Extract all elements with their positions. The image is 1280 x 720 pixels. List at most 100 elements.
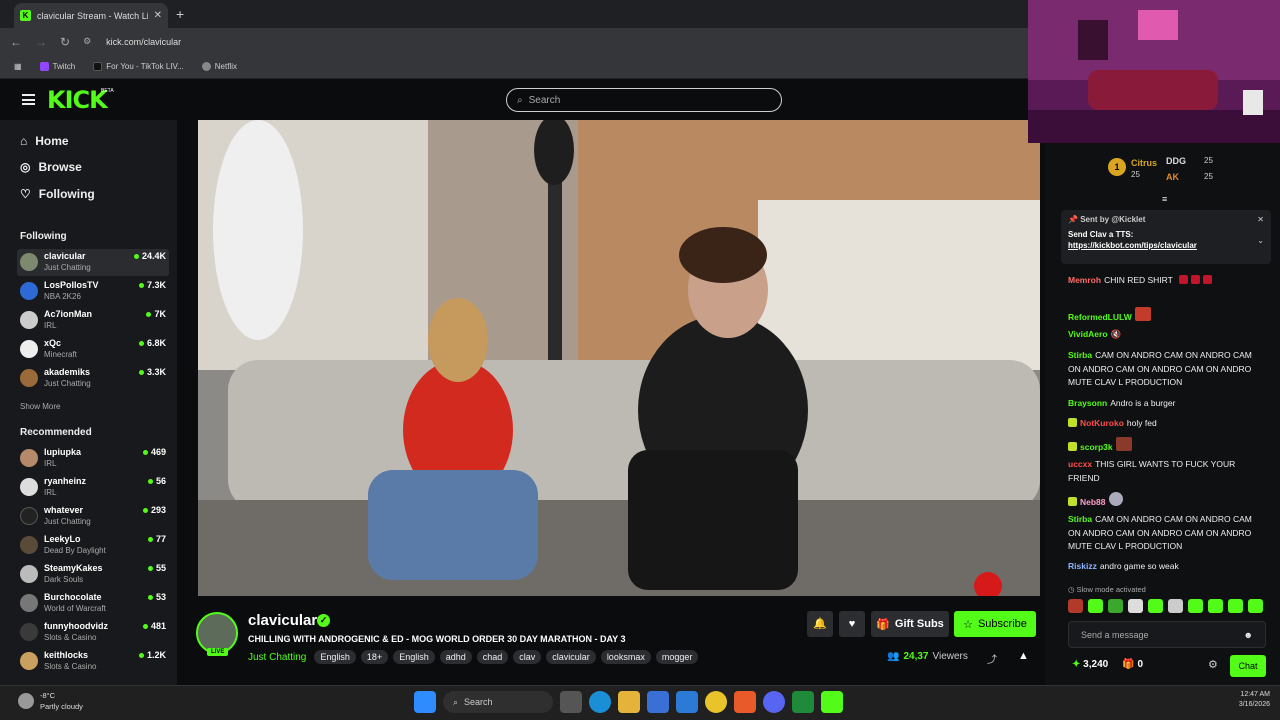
- bookmarks-bar: ▦ Twitch For You - TikTok LIV... Netflix: [0, 55, 1028, 79]
- sidebar-channel-lospollostv[interactable]: LosPollosTV NBA 2K26 7.3K: [17, 278, 169, 305]
- emote-button[interactable]: [1208, 599, 1223, 613]
- sidebar-channel-whatever[interactable]: whatever Just Chatting 293: [17, 503, 169, 530]
- emote-button[interactable]: [1228, 599, 1243, 613]
- sidebar-channel-akademiks[interactable]: akademiks Just Chatting 3.3K: [17, 365, 169, 392]
- send-chat-button[interactable]: Chat: [1230, 655, 1266, 677]
- sidebar-channel-xqc[interactable]: xQc Minecraft 6.8K: [17, 336, 169, 363]
- chat-input[interactable]: Send a message ☻: [1068, 621, 1266, 648]
- tag[interactable]: English: [314, 650, 356, 664]
- avatar: [20, 652, 38, 670]
- emote-button[interactable]: [1108, 599, 1123, 613]
- chevron-down-icon[interactable]: ⌄: [1257, 236, 1264, 245]
- windows-start-icon[interactable]: [414, 691, 436, 713]
- emote-button[interactable]: [1248, 599, 1263, 613]
- avatar: [20, 369, 38, 387]
- viewer-count: 👥 24,37 Viewers: [887, 651, 968, 662]
- nav-browse[interactable]: ◎ Browse: [20, 160, 82, 174]
- tag[interactable]: clavicular: [546, 650, 596, 664]
- pinned-link[interactable]: https://kickbot.com/tips/clavicular: [1068, 241, 1264, 250]
- expand-leaderboard-icon[interactable]: ≡: [1162, 194, 1167, 204]
- share-icon[interactable]: ⤴: [987, 651, 997, 666]
- pinned-text: Send Clav a TTS:: [1068, 230, 1134, 239]
- kick-app-icon[interactable]: [821, 691, 843, 713]
- sidebar-channel-ac7ionman[interactable]: Ac7ionMan IRL 7K: [17, 307, 169, 334]
- points-balance[interactable]: ✦ 3,240: [1072, 659, 1108, 670]
- tag[interactable]: chad: [476, 650, 509, 664]
- category-link[interactable]: Just Chatting: [248, 652, 306, 663]
- unpin-icon[interactable]: ✕: [1257, 215, 1264, 224]
- taskbar-search[interactable]: ⌕ Search: [443, 691, 553, 713]
- weather-widget[interactable]: -8°C Partly cloudy: [18, 690, 83, 712]
- sidebar-channel-keithlocks[interactable]: keithlocks Slots & Casino 1.2K: [17, 648, 169, 675]
- task-view-icon[interactable]: [560, 691, 582, 713]
- discord-icon[interactable]: [763, 691, 785, 713]
- emote-button[interactable]: [1148, 599, 1163, 613]
- gift-balance[interactable]: 🎁 0: [1122, 659, 1143, 670]
- follow-button[interactable]: ♥: [839, 611, 865, 637]
- tag[interactable]: adhd: [439, 650, 472, 664]
- tag[interactable]: 18+: [360, 650, 389, 664]
- reload-icon[interactable]: ↻: [60, 35, 70, 49]
- search-icon: ⌕: [453, 696, 459, 707]
- outlook-icon[interactable]: [676, 691, 698, 713]
- apps-grid-icon[interactable]: ▦: [14, 62, 22, 71]
- back-icon[interactable]: ←: [10, 35, 22, 49]
- sidebar-channel-ryanheinz[interactable]: ryanheinz IRL 56: [17, 474, 169, 501]
- file-explorer-icon[interactable]: [618, 691, 640, 713]
- avatar: [20, 507, 38, 525]
- bookmark-tiktok[interactable]: For You - TikTok LIV...: [93, 62, 184, 71]
- forward-icon[interactable]: →: [35, 35, 47, 49]
- emote-button[interactable]: [1188, 599, 1203, 613]
- verified-icon: ✓: [317, 614, 330, 627]
- edge-icon[interactable]: [589, 691, 611, 713]
- nav-home[interactable]: ⌂ Home: [20, 134, 69, 148]
- chat-message: Stirba CAM ON ANDRO CAM ON ANDRO CAM ON A…: [1068, 514, 1252, 551]
- sidebar-channel-burchocolate[interactable]: Burchocolate World of Warcraft 53: [17, 590, 169, 617]
- emote-button[interactable]: [1168, 599, 1183, 613]
- xbox-icon[interactable]: [792, 691, 814, 713]
- new-tab-button[interactable]: +: [176, 6, 184, 22]
- bookmark-twitch[interactable]: Twitch: [39, 62, 75, 71]
- gift-subs-button[interactable]: 🎁 Gift Subs: [871, 611, 949, 637]
- url-field[interactable]: kick.com/clavicular: [106, 37, 181, 47]
- home-icon: ⌂: [20, 134, 28, 148]
- chat-settings-icon[interactable]: ⚙: [1208, 658, 1218, 671]
- emote-button[interactable]: [1068, 599, 1083, 613]
- webcam-overlay: [1028, 0, 1280, 143]
- kick-logo[interactable]: KICK: [47, 86, 108, 114]
- close-tab-icon[interactable]: ✕: [154, 10, 162, 21]
- system-clock[interactable]: 12:47 AM 3/16/2026: [1232, 690, 1270, 710]
- bookmark-netflix[interactable]: Netflix: [201, 62, 237, 71]
- sidebar-channel-funnyhoodvidz[interactable]: funnyhoodvidz Slots & Casino 481: [17, 619, 169, 646]
- report-icon[interactable]: ▲: [1018, 650, 1029, 662]
- show-more-link[interactable]: Show More: [20, 402, 60, 411]
- chrome-icon[interactable]: [705, 691, 727, 713]
- beta-badge: BETA: [101, 88, 114, 94]
- brave-icon[interactable]: [734, 691, 756, 713]
- tag[interactable]: looksmax: [600, 650, 651, 664]
- sidebar-channel-lupiupka[interactable]: lupiupka IRL 469: [17, 445, 169, 472]
- browser-tab[interactable]: K clavicular Stream - Watch Live o ✕: [14, 3, 168, 28]
- emoji-icon[interactable]: ☻: [1244, 630, 1253, 640]
- site-info-icon[interactable]: ⚙: [83, 36, 91, 47]
- streamer-name[interactable]: clavicular: [248, 612, 317, 629]
- tag[interactable]: clav: [513, 650, 542, 664]
- menu-icon[interactable]: [22, 94, 35, 105]
- subscribe-button[interactable]: ☆ Subscribe: [954, 611, 1036, 637]
- search-input[interactable]: ⌕ Search: [506, 88, 782, 112]
- bell-icon: 🔔: [813, 618, 827, 630]
- emote-button[interactable]: [1128, 599, 1143, 613]
- emote-button[interactable]: [1088, 599, 1103, 613]
- avatar: [20, 311, 38, 329]
- nav-following[interactable]: ♡ Following: [20, 187, 95, 201]
- weather-icon: [18, 693, 34, 709]
- sidebar-channel-clavicular[interactable]: clavicular Just Chatting 24.4K: [17, 249, 169, 276]
- tag[interactable]: mogger: [655, 650, 699, 664]
- leader-amount: 25: [1131, 170, 1140, 179]
- sidebar-channel-leekylo[interactable]: LeekyLo Dead By Daylight 77: [17, 532, 169, 559]
- tag[interactable]: English: [393, 650, 435, 664]
- store-icon[interactable]: [647, 691, 669, 713]
- sidebar-channel-steamykakes[interactable]: SteamyKakes Dark Souls 55: [17, 561, 169, 588]
- video-player[interactable]: [198, 120, 1040, 596]
- notification-bell-button[interactable]: 🔔: [807, 611, 833, 637]
